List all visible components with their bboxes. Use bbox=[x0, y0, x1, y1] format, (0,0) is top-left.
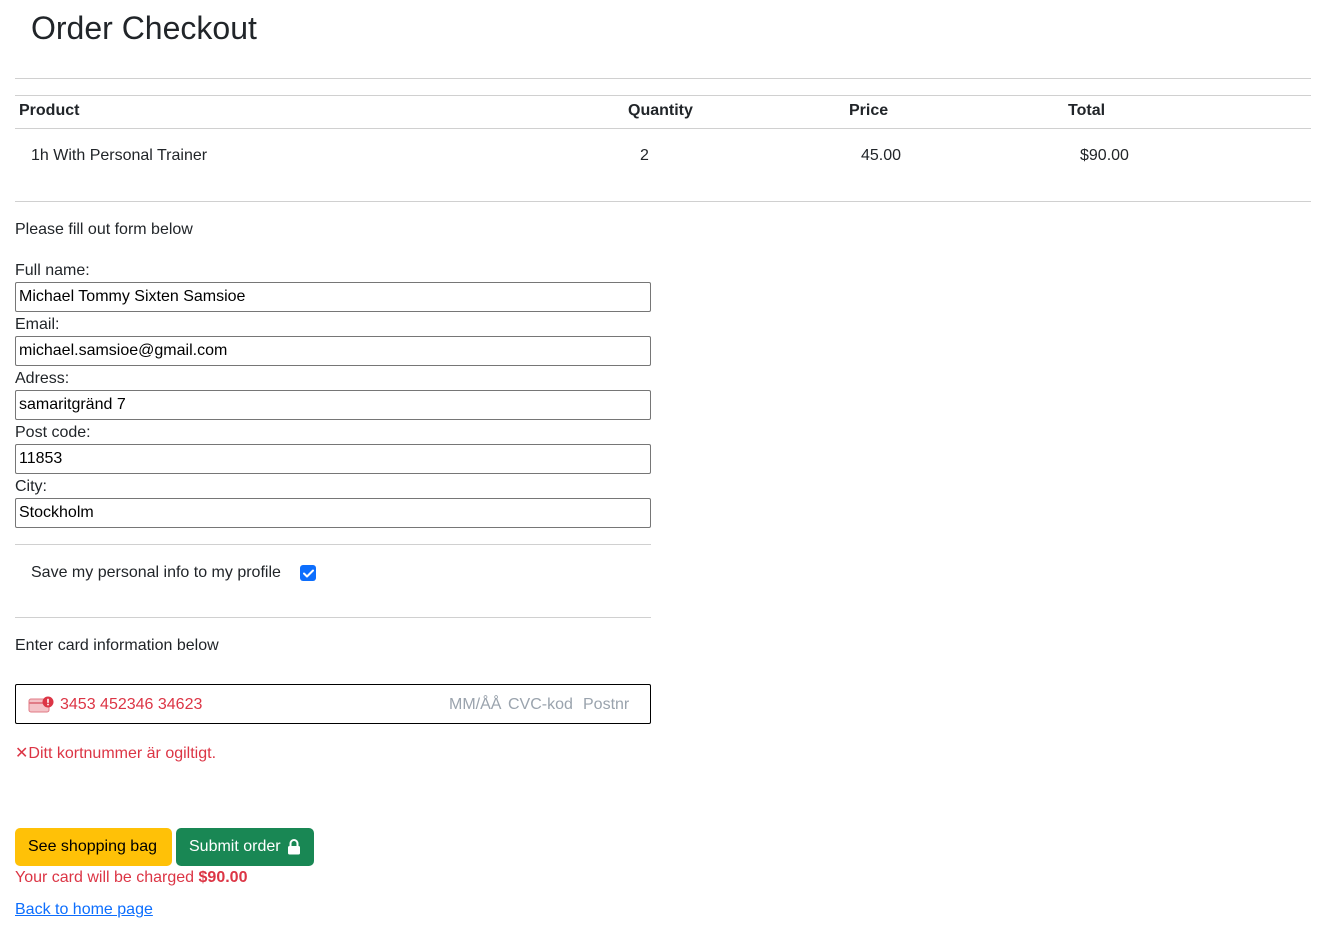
error-x-icon: ✕ bbox=[15, 745, 29, 762]
address-label: Adress: bbox=[15, 370, 70, 387]
check-icon bbox=[302, 569, 314, 577]
card-expiry-field[interactable]: MM/ÅÅ bbox=[449, 696, 501, 714]
full-name-label: Full name: bbox=[15, 262, 90, 279]
column-header-quantity: Quantity bbox=[628, 102, 693, 119]
divider bbox=[15, 544, 651, 545]
lock-icon bbox=[287, 839, 300, 855]
save-info-label: Save my personal info to my profile bbox=[31, 564, 281, 581]
email-field[interactable] bbox=[15, 336, 651, 366]
cell-quantity: 2 bbox=[640, 147, 649, 164]
full-name-field[interactable] bbox=[15, 282, 651, 312]
card-cvc-field[interactable]: CVC-kod bbox=[508, 696, 573, 714]
cell-total: $90.00 bbox=[1080, 147, 1129, 164]
see-shopping-bag-label: See shopping bag bbox=[28, 838, 157, 855]
cell-product: 1h With Personal Trainer bbox=[31, 147, 208, 164]
column-header-price: Price bbox=[849, 102, 889, 119]
post-code-field[interactable] bbox=[15, 444, 651, 474]
address-field[interactable] bbox=[15, 390, 651, 420]
charge-amount: $90.00 bbox=[198, 869, 248, 886]
card-intro: Enter card information below bbox=[15, 637, 219, 654]
card-error-message: ✕Ditt kortnummer är ogiltigt. bbox=[15, 743, 216, 763]
column-header-total: Total bbox=[1068, 102, 1106, 119]
submit-order-label: Submit order bbox=[189, 838, 281, 855]
charge-note-text: Your card will be charged bbox=[15, 869, 195, 886]
column-header-product: Product bbox=[19, 102, 80, 119]
email-label: Email: bbox=[15, 316, 60, 333]
card-postal-field[interactable]: Postnr bbox=[583, 696, 629, 714]
divider bbox=[15, 617, 651, 618]
card-number-field[interactable]: 3453 452346 34623 bbox=[60, 696, 202, 714]
table-top-border bbox=[15, 95, 1311, 96]
card-error-text: Ditt kortnummer är ogiltigt. bbox=[28, 745, 217, 762]
card-error-icon bbox=[28, 696, 54, 719]
form-intro: Please fill out form below bbox=[15, 221, 193, 238]
city-field[interactable] bbox=[15, 498, 651, 528]
back-to-home-link[interactable]: Back to home page bbox=[15, 901, 153, 919]
submit-order-button[interactable]: Submit order bbox=[176, 828, 314, 866]
table-header-border bbox=[15, 128, 1311, 129]
see-shopping-bag-button[interactable]: See shopping bag bbox=[15, 828, 172, 866]
city-label: City: bbox=[15, 478, 47, 495]
post-code-label: Post code: bbox=[15, 424, 91, 441]
card-input[interactable]: 3453 452346 34623 MM/ÅÅ CVC-kod Postnr bbox=[15, 684, 651, 724]
divider bbox=[15, 78, 1311, 79]
divider bbox=[15, 201, 1311, 202]
page-title: Order Checkout bbox=[31, 10, 257, 46]
cell-price: 45.00 bbox=[861, 147, 902, 164]
charge-note: Your card will be charged $90.00 bbox=[15, 869, 247, 887]
save-info-checkbox[interactable] bbox=[300, 565, 316, 581]
